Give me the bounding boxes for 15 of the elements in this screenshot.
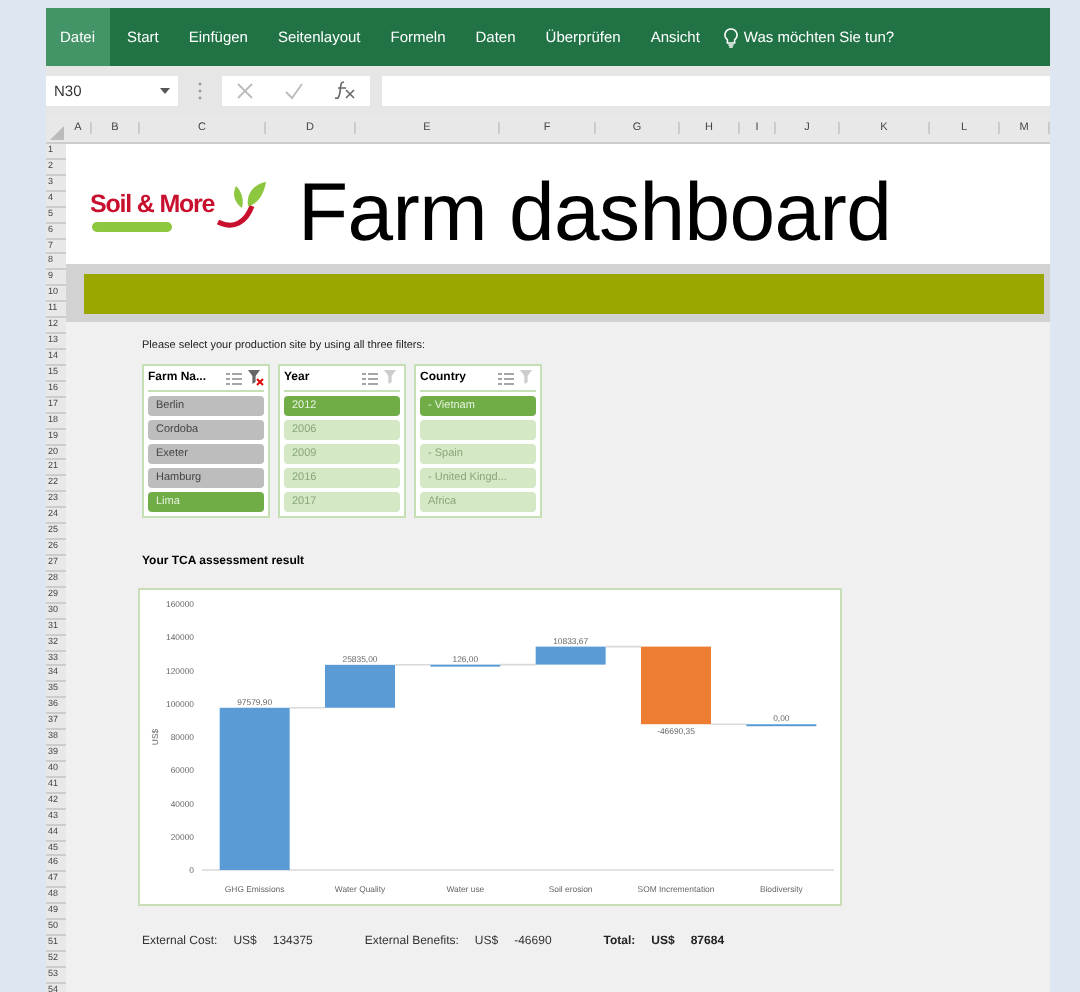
formula-input[interactable] (382, 75, 1050, 105)
dropdown-caret-icon (160, 87, 170, 93)
leaf-icon (214, 178, 271, 230)
checkmark-icon[interactable] (283, 81, 304, 99)
function-icon[interactable] (333, 80, 356, 100)
slicer-item[interactable] (420, 420, 536, 440)
dashboard-title: Farm dashboard (298, 165, 892, 259)
cancel-icon[interactable] (236, 81, 255, 99)
multi-select-icon[interactable] (226, 371, 242, 385)
logo-badge-icon (92, 222, 172, 232)
multi-select-icon[interactable] (498, 371, 514, 385)
lightbulb-icon (723, 27, 738, 47)
logo-text: Soil & More (90, 190, 215, 218)
clear-filter-icon[interactable] (248, 370, 264, 386)
multi-select-icon[interactable] (362, 371, 378, 385)
